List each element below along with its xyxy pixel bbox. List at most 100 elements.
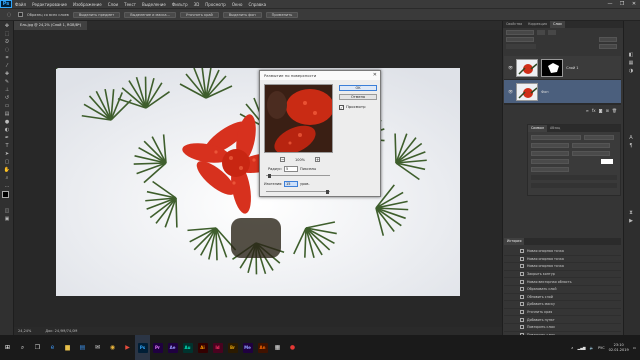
path-select-tool-icon[interactable]: ➤ — [2, 150, 12, 157]
text-color-swatch[interactable] — [601, 159, 613, 164]
history-item[interactable]: Добавить маску — [504, 301, 621, 309]
trash-icon[interactable]: 🗑 — [612, 108, 617, 113]
close-window-icon[interactable]: ✕ — [628, 0, 640, 8]
history-item[interactable]: Добавить пункт — [504, 316, 621, 324]
radius-slider-handle[interactable] — [268, 174, 271, 178]
select-background-button[interactable]: Выделить фон — [222, 11, 262, 18]
taskbar-media-encoder[interactable]: Me — [240, 335, 255, 360]
text-style-buttons[interactable] — [531, 175, 617, 180]
stamp-tool-icon[interactable]: ⊥ — [2, 86, 12, 93]
quick-selection-icon[interactable]: ◌ — [4, 11, 14, 18]
network-icon[interactable]: ▂▄▆ — [578, 346, 586, 350]
ok-button[interactable]: OK — [339, 85, 377, 91]
select-and-mask-button[interactable]: Выделение и маска... — [124, 11, 176, 18]
fx-icon[interactable]: fx — [592, 108, 596, 113]
tab-character[interactable]: Символ — [528, 125, 547, 132]
zoom-level[interactable]: 24,24% — [18, 329, 31, 333]
refine-edge-button[interactable]: Уточнить край — [179, 11, 219, 18]
windows-start-icon[interactable]: ⊞ — [0, 335, 15, 360]
history-item[interactable]: Уточнить края — [504, 309, 621, 317]
history-item[interactable]: Закрыть контур — [504, 271, 621, 279]
fill-field[interactable] — [599, 44, 617, 49]
brush-tool-icon[interactable]: ✎ — [2, 78, 12, 85]
tray-chevron-icon[interactable]: ∧ — [571, 346, 574, 350]
document-tab[interactable]: Ель.jpg @ 24,2% (Слой 1, RGB/8*) — [14, 21, 88, 30]
leading-field[interactable] — [572, 143, 610, 148]
eye-icon[interactable]: 👁 — [508, 89, 513, 94]
history-item[interactable]: Новая опорная точка — [504, 263, 621, 271]
quick-select-tool-icon[interactable]: ◌ — [2, 46, 12, 53]
radius-slider-track[interactable] — [266, 175, 330, 176]
marquee-tool-icon[interactable]: ⬚ — [2, 30, 12, 37]
taskbar-bridge[interactable]: Br — [225, 335, 240, 360]
vertical-scale-field[interactable] — [531, 159, 569, 164]
history-item[interactable]: Новая векторная область — [504, 278, 621, 286]
history-panel-icon[interactable]: ⧗ — [626, 209, 636, 216]
volume-icon[interactable]: 🔈 — [590, 346, 594, 350]
mail-icon[interactable]: ✉ — [90, 335, 105, 360]
edge-icon[interactable]: e — [45, 335, 60, 360]
filter-toggle-icon[interactable] — [548, 30, 556, 35]
tab-adjustments[interactable]: Коррекция — [525, 21, 550, 28]
character-panel-icon[interactable]: A — [626, 134, 636, 141]
blur-tool-icon[interactable]: ● — [2, 118, 12, 125]
layer-row-layer1[interactable]: 👁 Слой 1 — [504, 56, 621, 80]
add-mask-icon[interactable]: ◙ — [599, 108, 603, 113]
eye-icon[interactable]: 👁 — [508, 65, 513, 70]
font-style-dropdown[interactable] — [584, 135, 614, 140]
menu-text[interactable]: Текст — [121, 2, 139, 7]
crop-tool-icon[interactable]: ⌗ — [2, 54, 12, 61]
zoom-out-button[interactable]: − — [280, 157, 285, 162]
font-size-field[interactable] — [531, 143, 569, 148]
taskbar-animate[interactable]: An — [255, 335, 270, 360]
eyedropper-tool-icon[interactable]: ⁄ — [2, 62, 12, 69]
media-icon[interactable]: ▶ — [120, 335, 135, 360]
threshold-input[interactable]: 15 — [284, 181, 298, 187]
menu-filter[interactable]: Фильтр — [169, 2, 191, 7]
tab-paragraph[interactable]: Абзац — [547, 125, 563, 132]
notifications-icon[interactable]: ▭ — [633, 346, 636, 350]
menu-layers[interactable]: Слои — [105, 2, 121, 7]
clock[interactable]: 23:10 02.01.2019 — [609, 343, 629, 353]
preview-checkbox[interactable]: ✓ — [339, 105, 344, 110]
more-tools-icon[interactable]: … — [2, 182, 12, 189]
task-view-icon[interactable]: ❐ — [30, 335, 45, 360]
canvas-image[interactable] — [56, 68, 460, 296]
tab-history[interactable]: История — [504, 238, 525, 245]
baseline-shift-field[interactable] — [531, 167, 569, 172]
pen-tool-icon[interactable]: ✒ — [2, 134, 12, 141]
menu-view[interactable]: Просмотр — [202, 2, 229, 7]
zoom-in-button[interactable]: + — [314, 157, 320, 162]
color-swatches[interactable] — [2, 191, 12, 205]
type-tool-icon[interactable]: T — [2, 142, 12, 149]
select-subject-button[interactable]: Выделить предмет — [72, 11, 121, 18]
font-family-dropdown[interactable] — [531, 135, 581, 140]
tracking-field[interactable] — [572, 151, 610, 156]
opentype-buttons[interactable] — [531, 183, 617, 188]
explorer-icon[interactable]: ▆ — [60, 335, 75, 360]
minimize-icon[interactable]: — — [604, 0, 616, 8]
history-item[interactable]: Новая опорная точка — [504, 248, 621, 256]
taskbar-premiere[interactable]: Pr — [150, 335, 165, 360]
sample-all-layers-checkbox[interactable] — [18, 12, 23, 17]
layer-name[interactable]: Слой 1 — [566, 66, 578, 70]
record-icon[interactable]: ● — [285, 335, 300, 360]
hand-tool-icon[interactable]: ✋ — [2, 166, 12, 173]
eraser-tool-icon[interactable]: ▭ — [2, 102, 12, 109]
menu-3d[interactable]: 3D — [191, 2, 203, 7]
threshold-slider-handle[interactable] — [326, 190, 329, 194]
chrome-icon[interactable]: ◉ — [105, 335, 120, 360]
history-brush-tool-icon[interactable]: ↺ — [2, 94, 12, 101]
taskbar-after-effects[interactable]: Ae — [165, 335, 180, 360]
taskbar-photoshop[interactable]: Ps — [135, 335, 150, 360]
menu-edit[interactable]: Редактирование — [29, 2, 70, 7]
filter-icons[interactable] — [537, 30, 545, 35]
layer-mask-thumbnail[interactable] — [541, 58, 564, 77]
dodge-tool-icon[interactable]: ◐ — [2, 126, 12, 133]
kerning-field[interactable] — [531, 151, 569, 156]
screen-mode-icon[interactable]: ▣ — [2, 215, 12, 222]
apply-button[interactable]: Применить — [265, 11, 299, 18]
history-item[interactable]: Новая опорная точка — [504, 256, 621, 264]
history-item[interactable]: Обновить слой — [504, 294, 621, 302]
history-item[interactable]: Повторить слои — [504, 324, 621, 332]
